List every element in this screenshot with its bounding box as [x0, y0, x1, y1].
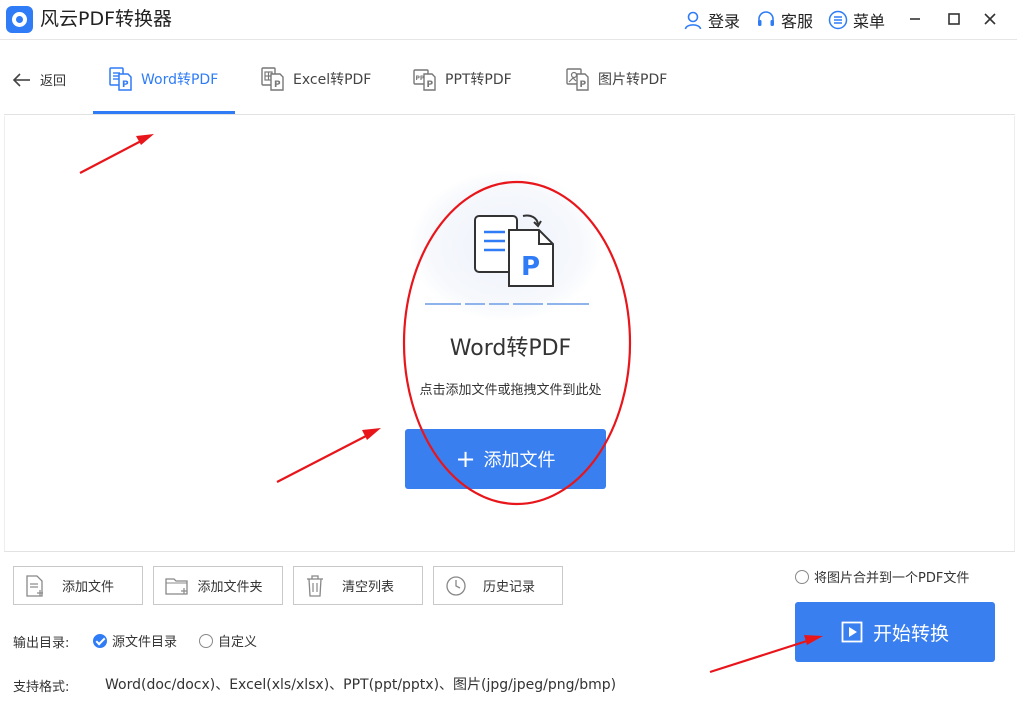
bottom-panel: 添加文件 添加文件夹 清空列表 历史记录 将图片合并到一个PDF文件 输出目录: — [4, 551, 1015, 713]
tool-label: 历史记录 — [482, 580, 535, 595]
tab-bar: 返回 P Word转PDF P Excel转PDF PPT P PPT转PDF … — [4, 41, 1015, 115]
output-source-label: 源文件目录 — [112, 635, 178, 650]
add-file-button[interactable]: + 添加文件 — [405, 429, 606, 489]
output-dir-label: 输出目录: — [13, 636, 70, 651]
output-source-radio[interactable] — [93, 633, 107, 648]
divider-dash — [425, 303, 461, 305]
tab-label: PPT转PDF — [445, 72, 512, 88]
clear-list-button[interactable]: 清空列表 — [293, 566, 423, 605]
tab-image-to-pdf[interactable]: P 图片转PDF — [565, 65, 667, 93]
menu-button[interactable]: 菜单 — [828, 9, 885, 31]
svg-text:P: P — [427, 80, 434, 90]
merge-images-option[interactable]: 将图片合并到一个PDF文件 — [795, 567, 969, 586]
active-tab-indicator — [93, 111, 235, 114]
divider-dash — [465, 303, 485, 305]
image-doc-icon: P — [566, 68, 589, 91]
start-convert-button[interactable]: 开始转换 — [795, 602, 995, 662]
output-custom-option[interactable]: 自定义 — [199, 631, 257, 650]
menu-label: 菜单 — [853, 12, 886, 31]
back-label: 返回 — [40, 74, 67, 89]
tab-ppt-to-pdf[interactable]: PPT P PPT转PDF — [412, 65, 512, 93]
login-label: 登录 — [708, 12, 741, 31]
drop-zone-title: Word转PDF — [449, 336, 572, 361]
drop-zone[interactable]: P Word转PDF 点击添加文件或拖拽文件到此处 + 添加文件 — [4, 116, 1015, 551]
close-button[interactable] — [979, 8, 1001, 30]
svg-text:P: P — [521, 252, 540, 282]
tool-label: 添加文件夹 — [197, 580, 263, 595]
tab-word-to-pdf[interactable]: P Word转PDF — [108, 65, 218, 93]
tab-label: Excel转PDF — [293, 72, 372, 88]
play-icon — [841, 621, 863, 643]
tool-label: 清空列表 — [341, 580, 394, 595]
add-folder-button[interactable]: 添加文件夹 — [153, 566, 283, 605]
tool-label: 添加文件 — [61, 580, 114, 595]
history-button[interactable]: 历史记录 — [433, 566, 563, 605]
file-add-icon — [26, 574, 43, 597]
login-button[interactable]: 登录 — [683, 9, 740, 31]
clock-icon — [446, 575, 466, 596]
word-doc-icon: P — [109, 67, 132, 91]
add-file-label: 添加文件 — [483, 450, 556, 471]
user-icon — [684, 11, 702, 30]
start-convert-label: 开始转换 — [872, 622, 949, 645]
svg-text:P: P — [580, 80, 587, 90]
merge-label: 将图片合并到一个PDF文件 — [814, 571, 970, 586]
divider-dash — [489, 303, 509, 305]
output-source-option[interactable]: 源文件目录 — [93, 631, 177, 650]
minimize-button[interactable] — [904, 8, 926, 30]
headset-icon — [758, 11, 774, 26]
service-label: 客服 — [781, 12, 814, 31]
divider-dash — [547, 303, 589, 305]
add-file-tool-button[interactable]: 添加文件 — [13, 566, 143, 605]
plus-icon: + — [455, 445, 476, 473]
supported-formats-value: Word(doc/docx)、Excel(xls/xlsx)、PPT(ppt/p… — [105, 677, 617, 693]
ppt-doc-icon: PPT P — [413, 69, 436, 91]
maximize-button[interactable] — [943, 8, 965, 30]
tab-label: 图片转PDF — [598, 72, 668, 88]
trash-icon — [307, 574, 323, 597]
word-to-pdf-illustration-icon: P — [474, 214, 554, 287]
title-bar: 风云PDF转换器 登录 客服 菜单 — [0, 0, 1017, 40]
minimize-icon — [910, 18, 920, 20]
back-button[interactable]: 返回 — [12, 70, 66, 89]
close-icon — [984, 13, 996, 25]
folder-add-icon — [165, 577, 188, 595]
menu-icon — [828, 10, 848, 30]
output-custom-radio[interactable] — [199, 633, 213, 648]
tab-excel-to-pdf[interactable]: P Excel转PDF — [260, 65, 371, 93]
maximize-icon — [948, 13, 960, 25]
svg-text:P: P — [122, 80, 129, 90]
app-title: 风云PDF转换器 — [40, 8, 173, 30]
divider-dash — [513, 303, 543, 305]
arrow-left-icon — [12, 72, 30, 87]
tab-label: Word转PDF — [141, 72, 219, 88]
customer-service-button[interactable]: 客服 — [756, 9, 813, 31]
svg-text:P: P — [274, 80, 281, 90]
supported-formats-label: 支持格式: — [13, 680, 70, 695]
merge-radio[interactable] — [795, 569, 809, 584]
output-custom-label: 自定义 — [218, 635, 258, 650]
drop-zone-hint: 点击添加文件或拖拽文件到此处 — [419, 383, 602, 398]
app-logo-icon — [6, 6, 33, 33]
excel-doc-icon: P — [261, 67, 284, 91]
